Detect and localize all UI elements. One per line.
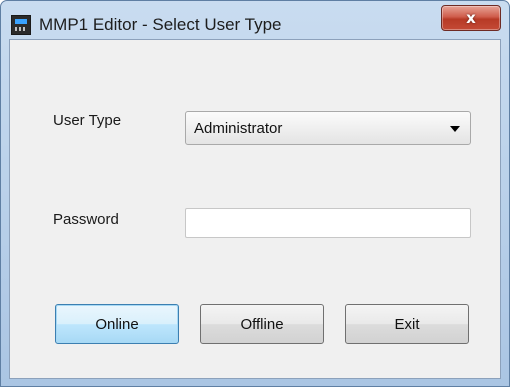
dialog-window: MMP1 Editor - Select User Type x User Ty… <box>0 0 510 387</box>
app-icon-display <box>15 19 27 24</box>
password-label: Password <box>53 211 119 228</box>
close-icon: x <box>466 8 476 27</box>
user-type-value: Administrator <box>194 120 283 137</box>
dialog-body: User Type Administrator Password Online … <box>9 39 501 379</box>
close-button[interactable]: x <box>441 5 501 31</box>
exit-button[interactable]: Exit <box>345 304 469 344</box>
app-icon-buttons <box>15 27 27 31</box>
online-button[interactable]: Online <box>55 304 179 344</box>
user-type-label: User Type <box>53 112 122 129</box>
mixer-app-icon <box>11 15 31 35</box>
user-type-select[interactable]: Administrator <box>185 111 471 145</box>
window-title: MMP1 Editor - Select User Type <box>39 15 282 34</box>
offline-button[interactable]: Offline <box>200 304 324 344</box>
title-bar[interactable]: MMP1 Editor - Select User Type x <box>1 1 509 41</box>
password-field[interactable] <box>185 208 471 238</box>
chevron-down-icon <box>450 126 460 132</box>
